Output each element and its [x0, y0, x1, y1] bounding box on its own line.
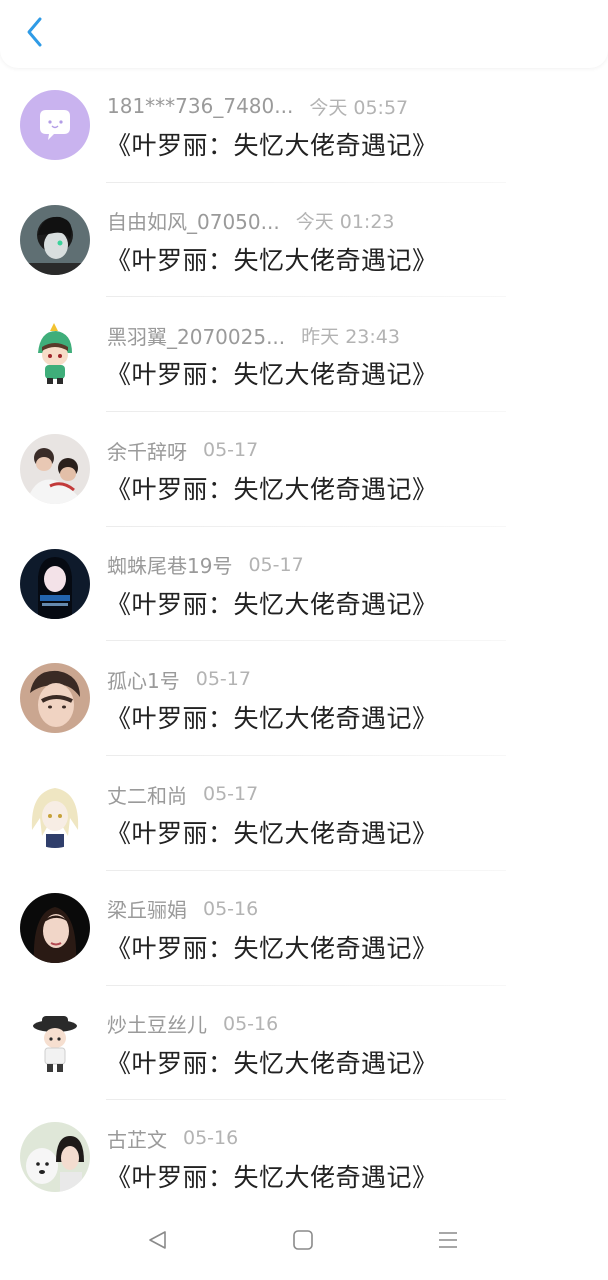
message-list-page: 181***736_7480... 今天 05:57 《叶罗丽：失忆大佬奇遇记》…: [0, 0, 608, 1280]
list-item[interactable]: 丈二和尚 05-17 《叶罗丽：失忆大佬奇遇记》: [0, 756, 608, 871]
message-time: 05-17: [195, 668, 251, 691]
avatar[interactable]: [20, 1122, 90, 1193]
list-item[interactable]: 余千辞呀 05-17 《叶罗丽：失忆大佬奇遇记》: [0, 412, 608, 527]
system-navigation-bar: [0, 1204, 608, 1280]
message-time: 今天 05:57: [309, 96, 409, 119]
avatar[interactable]: [20, 548, 90, 619]
work-title: 《叶罗丽：失忆大佬奇遇记》: [106, 1163, 438, 1193]
list-item[interactable]: 黑羽翼_2070025... 昨天 23:43 《叶罗丽：失忆大佬奇遇记》: [0, 297, 608, 413]
sender-name: 自由如风_07050...: [107, 210, 280, 235]
sender-name: 孤心1号: [107, 668, 180, 693]
avatar[interactable]: [20, 1007, 90, 1078]
nav-back-button[interactable]: [139, 1224, 175, 1260]
work-title: 《叶罗丽：失忆大佬奇遇记》: [106, 933, 438, 963]
avatar[interactable]: [20, 663, 90, 734]
sender-name: 丈二和尚: [107, 783, 187, 808]
chevron-left-icon: [24, 16, 44, 52]
top-bar: [0, 0, 608, 68]
list-item[interactable]: 181***736_7480... 今天 05:57 《叶罗丽：失忆大佬奇遇记》: [0, 68, 608, 183]
sender-name: 余千辞呀: [107, 439, 187, 464]
work-title: 《叶罗丽：失忆大佬奇遇记》: [106, 819, 438, 849]
message-time: 05-17: [248, 553, 304, 576]
square-home-icon: [292, 1229, 314, 1255]
avatar[interactable]: [20, 90, 90, 160]
avatar[interactable]: [20, 434, 90, 505]
sender-name: 黑羽翼_2070025...: [107, 324, 286, 349]
triangle-back-icon: [146, 1229, 168, 1255]
avatar[interactable]: [20, 204, 90, 275]
message-time: 昨天 23:43: [301, 325, 400, 348]
work-title: 《叶罗丽：失忆大佬奇遇记》: [106, 1048, 438, 1078]
list-item[interactable]: 古芷文 05-16 《叶罗丽：失忆大佬奇遇记》: [0, 1100, 608, 1215]
nav-home-button[interactable]: [285, 1224, 321, 1260]
nav-menu-button[interactable]: [430, 1224, 466, 1260]
list-item[interactable]: 蜘蛛尾巷19号 05-17 《叶罗丽：失忆大佬奇遇记》: [0, 527, 608, 642]
message-time: 05-16: [183, 1127, 239, 1150]
sender-name: 梁丘骊娟: [107, 898, 187, 923]
list-item[interactable]: 炒土豆丝儿 05-16 《叶罗丽：失忆大佬奇遇记》: [0, 986, 608, 1101]
list-item[interactable]: 梁丘骊娟 05-16 《叶罗丽：失忆大佬奇遇记》: [0, 871, 608, 986]
avatar[interactable]: [20, 778, 90, 849]
conversation-list: 181***736_7480... 今天 05:57 《叶罗丽：失忆大佬奇遇记》…: [0, 68, 608, 1215]
work-title: 《叶罗丽：失忆大佬奇遇记》: [106, 131, 438, 160]
back-button[interactable]: [14, 14, 54, 54]
message-time: 05-17: [203, 783, 259, 806]
work-title: 《叶罗丽：失忆大佬奇遇记》: [106, 589, 438, 619]
avatar[interactable]: [20, 319, 90, 390]
sender-name: 181***736_7480...: [107, 94, 294, 118]
message-time: 今天 01:23: [295, 211, 395, 234]
work-title: 《叶罗丽：失忆大佬奇遇记》: [106, 704, 438, 734]
sender-name: 蜘蛛尾巷19号: [107, 554, 233, 579]
avatar[interactable]: [20, 892, 90, 963]
list-item[interactable]: 孤心1号 05-17 《叶罗丽：失忆大佬奇遇记》: [0, 641, 608, 757]
sender-name: 古芷文: [107, 1127, 167, 1152]
three-lines-menu-icon: [437, 1229, 459, 1255]
message-time: 05-17: [203, 439, 259, 462]
work-title: 《叶罗丽：失忆大佬奇遇记》: [106, 245, 438, 275]
list-item[interactable]: 自由如风_07050... 今天 01:23 《叶罗丽：失忆大佬奇遇记》: [0, 183, 608, 298]
work-title: 《叶罗丽：失忆大佬奇遇记》: [106, 360, 438, 390]
sender-name: 炒土豆丝儿: [107, 1013, 207, 1037]
message-time: 05-16: [223, 1012, 279, 1035]
message-time: 05-16: [203, 897, 259, 920]
work-title: 《叶罗丽：失忆大佬奇遇记》: [106, 475, 438, 505]
